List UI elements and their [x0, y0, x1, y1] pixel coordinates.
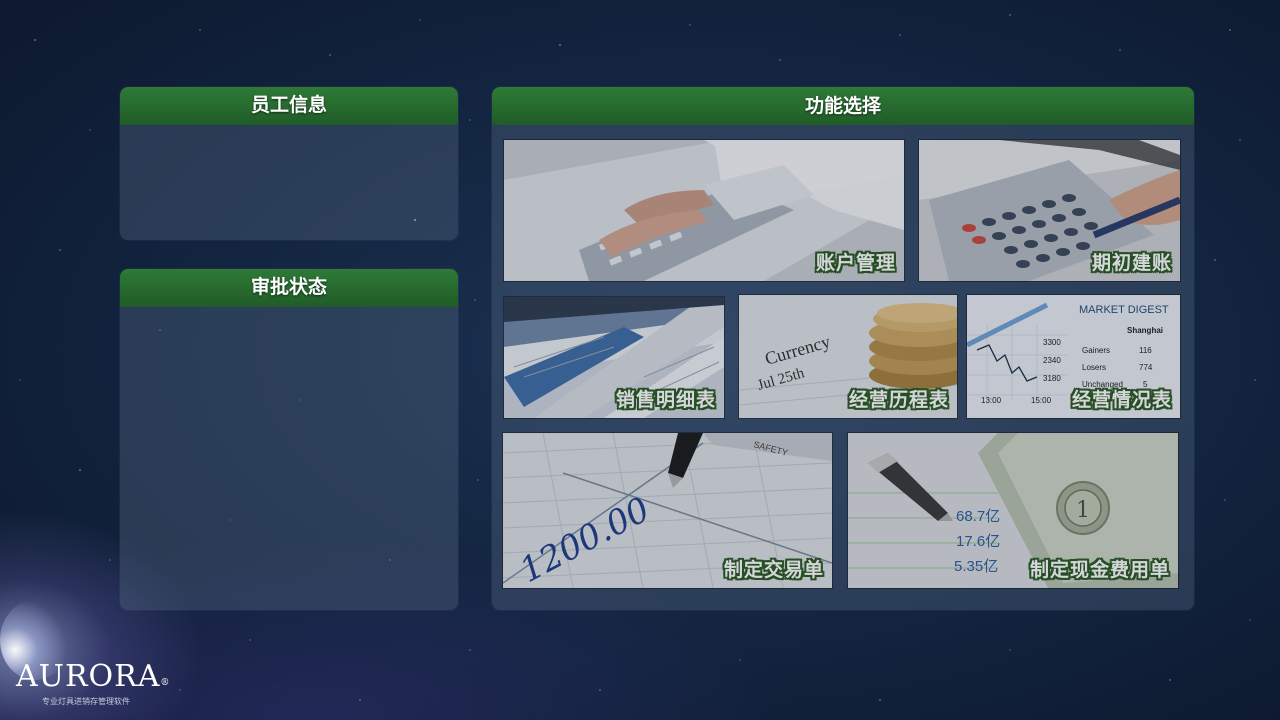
tile-label: 制定现金费用单: [1029, 559, 1170, 581]
tile-account-management[interactable]: 账户管理: [504, 140, 904, 281]
function-select-title: 功能选择: [492, 87, 1194, 125]
chart-value-3300: 3300: [1043, 338, 1061, 347]
tile-sales-detail[interactable]: 销售明细表: [504, 297, 724, 418]
employee-info-panel: 员工信息: [120, 87, 458, 240]
time-1300: 13:00: [981, 396, 1002, 405]
approval-status-panel: 审批状态: [120, 269, 458, 610]
employee-info-title: 员工信息: [120, 87, 458, 125]
logo-text: AURORA®: [16, 660, 170, 694]
tile-opening-accounts[interactable]: 期初建账: [919, 140, 1180, 281]
chart-value-2340: 2340: [1043, 356, 1061, 365]
tile-label: 制定交易单: [723, 559, 824, 581]
value-yi-1: 68.7亿: [956, 508, 1000, 525]
gainers-text: Gainers: [1082, 346, 1110, 355]
shanghai-text: Shanghai: [1127, 326, 1163, 335]
losers-text: Losers: [1082, 363, 1106, 372]
market-digest-text: MARKET DIGEST: [1079, 304, 1169, 316]
svg-text:1: 1: [1076, 498, 1090, 523]
time-1500: 15:00: [1031, 396, 1052, 405]
tile-label: 期初建账: [1091, 252, 1172, 274]
aurora-logo: AURORA® 专业灯具进销存管理软件: [16, 660, 170, 707]
value-yi-3: 5.35亿: [954, 558, 998, 575]
tile-label: 经营历程表: [848, 389, 949, 411]
brand-tagline: 专业灯具进销存管理软件: [42, 697, 130, 706]
losers-value: 774: [1139, 363, 1153, 372]
value-yi-2: 17.6亿: [956, 533, 1000, 550]
brand-name: AURORA: [16, 659, 161, 694]
tile-label: 销售明细表: [615, 389, 716, 411]
tile-label: 经营情况表: [1071, 389, 1172, 411]
registered-mark: ®: [160, 678, 171, 688]
tile-label: 账户管理: [815, 252, 896, 274]
tile-create-transaction[interactable]: 1200.00 SAFETY 制定交易单: [503, 433, 832, 588]
tile-cash-expense[interactable]: 68.7亿 17.6亿 5.35亿 1 制定现金费用单: [848, 433, 1178, 588]
approval-status-title: 审批状态: [120, 269, 458, 307]
tile-operating-status[interactable]: MARKET DIGEST Shanghai Gainers 116 Loser…: [967, 295, 1180, 418]
gainers-value: 116: [1139, 346, 1152, 355]
tile-operating-history[interactable]: Currency Jul 25th 经营历程表: [739, 295, 957, 418]
chart-value-3180: 3180: [1043, 374, 1061, 383]
